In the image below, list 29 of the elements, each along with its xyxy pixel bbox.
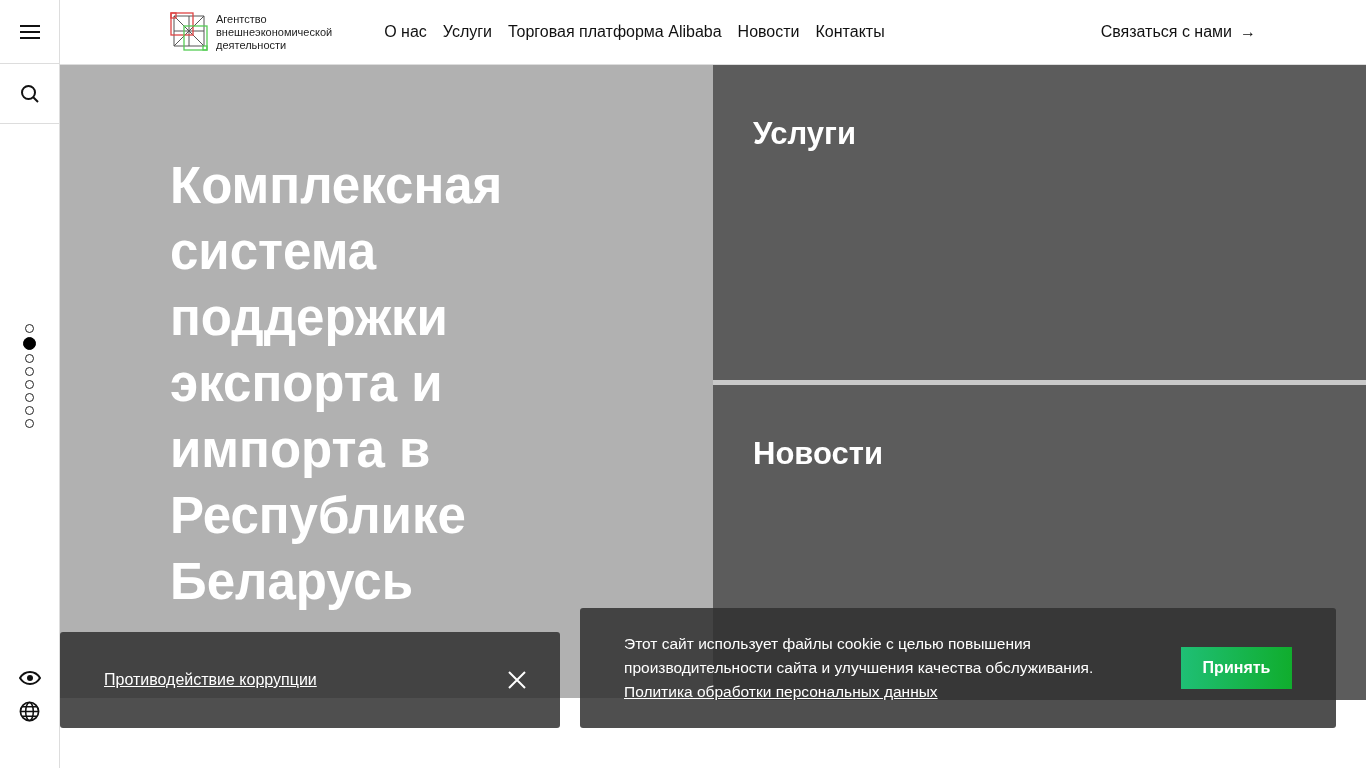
logo-text: внешнеэкономической bbox=[216, 25, 333, 39]
logo-drawing bbox=[170, 12, 208, 52]
tile-panel[interactable]: Услуги bbox=[713, 65, 1366, 380]
tile-title: Новости bbox=[753, 435, 884, 473]
search-icon bbox=[19, 83, 40, 104]
slide-dot[interactable] bbox=[25, 380, 34, 389]
logo-text: Агентство bbox=[216, 12, 268, 26]
nav-link[interactable]: Услуги bbox=[442, 20, 492, 44]
slide-dot[interactable] bbox=[25, 324, 34, 333]
slide-dot[interactable] bbox=[25, 354, 34, 363]
close-icon[interactable] bbox=[508, 671, 526, 689]
nav-link[interactable]: Торговая платформа Alibaba bbox=[508, 20, 722, 44]
eye-icon[interactable] bbox=[18, 671, 41, 685]
slide-dot[interactable] bbox=[25, 406, 34, 415]
slide-dot[interactable] bbox=[25, 393, 34, 402]
menu-icon bbox=[18, 23, 41, 40]
tile-title: Услуги bbox=[753, 115, 858, 153]
slide-dot[interactable] bbox=[23, 337, 36, 350]
nav-link[interactable]: Новости bbox=[737, 20, 800, 44]
hero-title: Комплексная система поддержки экспорта и импорта в Республике Беларусь bbox=[170, 156, 504, 612]
slide-dot[interactable] bbox=[25, 419, 34, 428]
nav-link[interactable]: О нас bbox=[384, 20, 427, 44]
anticorruption-link[interactable]: Противодействие коррупции bbox=[104, 668, 317, 692]
globe-icon[interactable] bbox=[19, 701, 40, 722]
contact-text: Связаться с нами bbox=[1100, 22, 1232, 42]
slide-dot[interactable] bbox=[25, 367, 34, 376]
logo-text: деятельности bbox=[216, 38, 288, 52]
nav-link[interactable]: Контакты bbox=[815, 20, 885, 44]
arrow-icon: → bbox=[1240, 20, 1256, 44]
